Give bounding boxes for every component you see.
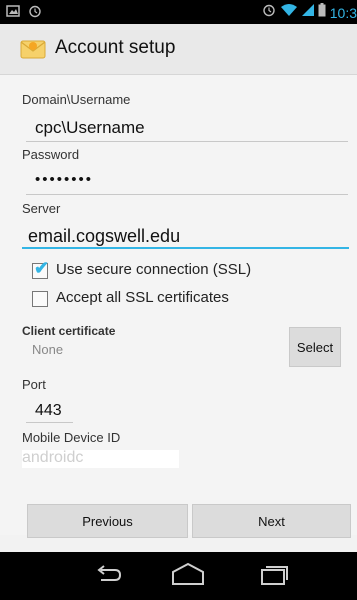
wifi-icon xyxy=(280,3,298,22)
signal-icon xyxy=(301,3,314,22)
server-underline xyxy=(22,247,349,249)
alarm-icon xyxy=(28,4,42,23)
accept-ssl-checkbox[interactable] xyxy=(32,291,48,307)
status-bar: 10:3 xyxy=(0,0,357,24)
select-certificate-button[interactable]: Select xyxy=(289,327,341,367)
password-label: Password xyxy=(22,147,80,162)
client-certificate-value: None xyxy=(32,342,64,357)
accept-ssl-label: Accept all SSL certificates xyxy=(56,289,229,306)
mobile-device-id-value: androidc xyxy=(22,449,84,466)
domain-username-underline xyxy=(26,141,348,142)
mobile-device-id-field[interactable]: androidc xyxy=(22,449,179,468)
navigation-bar xyxy=(0,552,357,600)
ssl-label: Use secure connection (SSL) xyxy=(56,261,252,278)
back-icon[interactable] xyxy=(93,562,123,593)
ssl-checkbox[interactable]: ✔ xyxy=(32,258,49,279)
screenshot-icon xyxy=(6,4,20,23)
next-button[interactable]: Next xyxy=(192,504,351,538)
recents-icon[interactable] xyxy=(258,562,288,593)
action-bar: Account setup xyxy=(0,24,357,75)
password-field[interactable]: •••••••• xyxy=(35,171,93,188)
battery-icon xyxy=(318,3,326,22)
domain-username-label: Domain\Username xyxy=(22,92,131,107)
server-label: Server xyxy=(22,201,61,216)
port-field[interactable]: 443 xyxy=(35,402,62,420)
alarm-icon xyxy=(262,3,276,22)
domain-username-field[interactable]: cpc\Username xyxy=(35,118,145,138)
home-icon[interactable] xyxy=(170,562,206,593)
check-icon: ✔ xyxy=(34,258,50,278)
page-title: Account setup xyxy=(55,37,176,58)
client-certificate-label: Client certificate xyxy=(22,324,116,338)
port-label: Port xyxy=(22,377,46,392)
port-underline xyxy=(26,422,73,423)
server-field[interactable]: email.cogswell.edu xyxy=(28,226,180,247)
mobile-device-id-label: Mobile Device ID xyxy=(22,430,121,445)
account-setup-form: Domain\Username cpc\Username Password ••… xyxy=(0,75,357,538)
password-underline xyxy=(26,194,348,195)
clock: 10:3 xyxy=(329,4,357,21)
email-app-icon xyxy=(20,38,46,60)
previous-button[interactable]: Previous xyxy=(27,504,188,538)
